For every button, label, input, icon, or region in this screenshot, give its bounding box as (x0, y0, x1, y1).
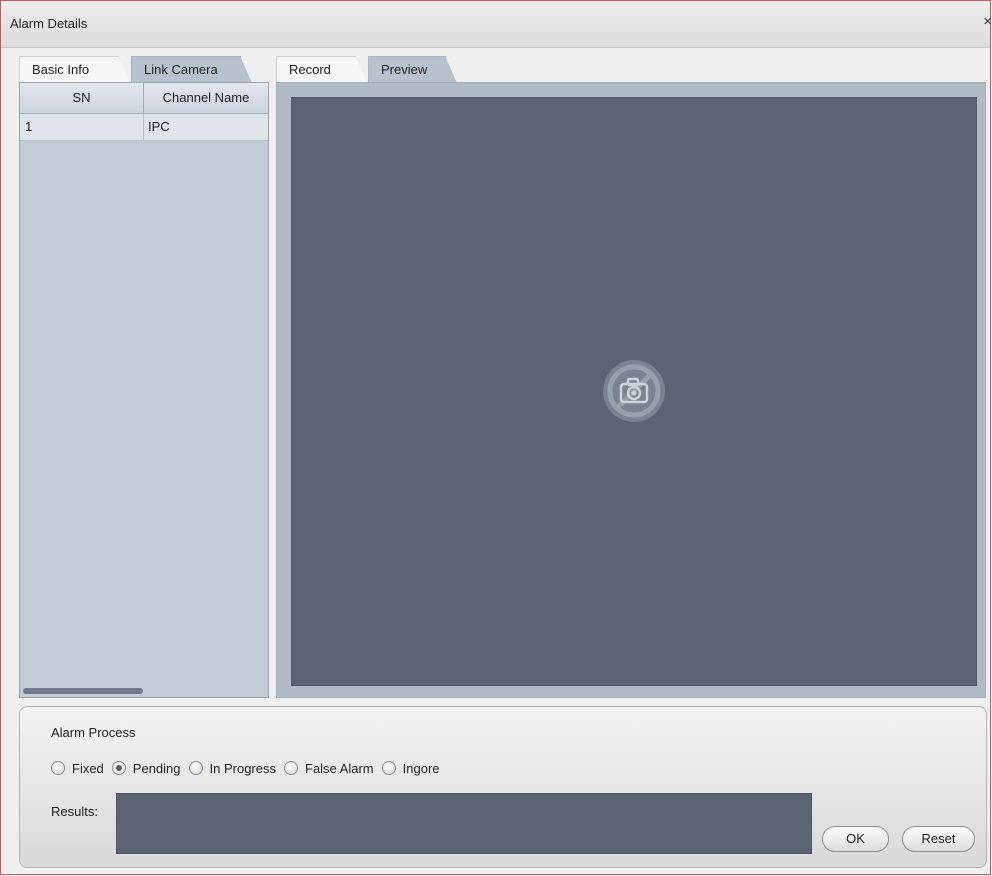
radio-button[interactable] (381, 761, 396, 775)
radio-pending[interactable]: Pending (111, 760, 181, 776)
tab-link-camera[interactable]: Link Camera (131, 56, 252, 83)
radio-label: Ingore (402, 760, 440, 776)
cell-channel-name: IPC (148, 119, 170, 134)
video-preview-area[interactable] (291, 97, 977, 686)
cell-divider (143, 114, 144, 140)
radio-ingore[interactable]: Ingore (381, 760, 440, 776)
ok-button[interactable]: OK (822, 826, 889, 852)
tab-preview[interactable]: Preview (368, 56, 457, 83)
alarm-status-radio-group: Fixed Pending In Progress False Alarm In… (51, 759, 448, 777)
link-camera-grid: SN Channel Name 1 IPC (19, 82, 269, 698)
close-icon[interactable]: × (983, 13, 992, 30)
tab-label: Record (289, 62, 331, 77)
reset-button[interactable]: Reset (902, 826, 975, 852)
right-tab-bar: Record Preview (276, 56, 986, 83)
camera-off-icon (603, 360, 665, 422)
tab-record[interactable]: Record (276, 56, 367, 83)
column-header-sn[interactable]: SN (20, 83, 144, 113)
tab-basic-info[interactable]: Basic Info (19, 56, 130, 83)
left-tab-bar: Basic Info Link Camera (19, 56, 269, 83)
preview-panel (276, 82, 986, 698)
results-textarea[interactable] (116, 793, 812, 854)
radio-label: Pending (132, 760, 181, 776)
radio-false-alarm[interactable]: False Alarm (284, 761, 374, 776)
radio-button[interactable] (188, 761, 203, 775)
tab-label: Basic Info (32, 62, 90, 77)
window-title: Alarm Details (10, 16, 88, 31)
cell-sn: 1 (25, 119, 33, 134)
radio-fixed[interactable]: Fixed (51, 761, 104, 776)
radio-label: False Alarm (305, 760, 374, 776)
radio-button-selected[interactable] (111, 761, 126, 775)
alarm-process-section: Alarm Process Fixed Pending In Progress … (19, 706, 987, 868)
section-title: Alarm Process (51, 725, 136, 740)
table-row[interactable]: 1 IPC (20, 114, 268, 141)
radio-in-progress[interactable]: In Progress (188, 760, 276, 776)
tab-label: Link Camera (144, 62, 218, 77)
radio-button[interactable] (51, 761, 65, 775)
horizontal-scrollbar[interactable] (23, 688, 143, 694)
radio-label: In Progress (209, 760, 276, 776)
radio-label: Fixed (72, 760, 104, 776)
results-label: Results: (51, 804, 98, 819)
radio-button[interactable] (284, 761, 298, 775)
tab-label: Preview (381, 62, 428, 77)
column-header-channel-name[interactable]: Channel Name (144, 83, 268, 113)
title-bar: Alarm Details × (1, 1, 992, 48)
grid-header: SN Channel Name (20, 83, 268, 114)
